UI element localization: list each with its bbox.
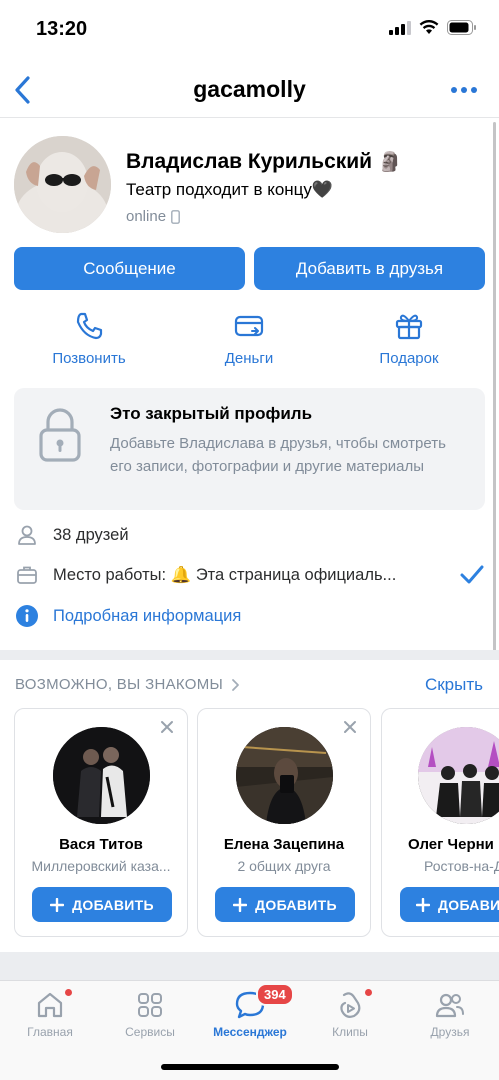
details-link[interactable]: Подробная информация — [53, 607, 241, 626]
work-text: Место работы: 🔔 Эта страница официаль... — [53, 565, 397, 584]
add-label: ДОБАВИТЬ — [438, 896, 499, 913]
work-row[interactable]: Место работы: 🔔 Эта страница официаль... — [14, 561, 485, 589]
friends-count: 38 друзей — [53, 525, 129, 544]
tab-messenger[interactable]: 394 Мессенджер — [200, 983, 300, 1039]
status-time: 13:20 — [36, 18, 88, 40]
gift-icon — [395, 314, 423, 340]
nav-bar: gacamolly — [0, 62, 499, 118]
online-label: online — [126, 208, 167, 225]
moai-emoji: 🗿 — [378, 152, 402, 173]
add-suggestion-button[interactable]: ДОБАВИТЬ — [400, 887, 499, 922]
plus-icon — [416, 897, 430, 912]
suggestion-name: Елена Зацепина — [223, 836, 345, 853]
home-icon — [37, 992, 63, 1018]
call-label: Позвонить — [52, 350, 126, 367]
notification-dot — [65, 989, 72, 996]
clips-icon — [340, 992, 361, 1018]
tab-home[interactable]: Главная — [0, 989, 100, 1039]
friends-row[interactable]: 38 друзей — [14, 521, 485, 549]
briefcase-icon — [17, 566, 37, 584]
suggestion-avatar[interactable] — [418, 727, 499, 824]
money-label: Деньги — [224, 350, 274, 367]
gift-label: Подарок — [379, 350, 439, 367]
plus-icon — [50, 897, 65, 912]
suggestions-section: ВОЗМОЖНО, ВЫ ЗНАКОМЫ Скрыть Вася Титов М… — [0, 660, 499, 952]
verified-check-icon — [460, 565, 484, 584]
profile-status: Театр подходит в концу🖤 — [126, 180, 334, 199]
status-bar: 13:20 — [0, 0, 499, 62]
profile-name-row: Владислав Курильский 🗿 — [126, 150, 402, 174]
friends-icon — [435, 993, 464, 1018]
online-status: online — [126, 208, 180, 225]
suggestion-name: Олег Черни — [408, 836, 494, 853]
add-suggestion-button[interactable]: ДОБАВИТЬ — [32, 887, 172, 922]
hide-suggestions-button[interactable]: Скрыть — [425, 675, 483, 695]
message-button[interactable]: Сообщение — [14, 247, 245, 290]
suggestion-name: Вася Титов — [59, 836, 143, 853]
gift-action[interactable]: Подарок — [349, 310, 469, 367]
suggestion-card[interactable]: Олег Черни Ростов-на-Д ДОБАВИТЬ — [381, 708, 499, 937]
info-icon — [16, 605, 38, 627]
suggestion-photo — [418, 727, 499, 824]
plus-icon — [233, 897, 248, 912]
suggestion-subtitle: 2 общих друга — [237, 858, 331, 874]
details-row[interactable]: Подробная информация — [14, 602, 485, 630]
tab-label: Мессенджер — [213, 1025, 287, 1039]
profile-name: Владислав Курильский — [126, 150, 373, 173]
tab-clips[interactable]: Клипы — [300, 989, 400, 1039]
private-profile-notice: Это закрытый профиль Добавьте Владислава… — [14, 388, 485, 510]
system-icons — [389, 20, 477, 35]
add-friend-button[interactable]: Добавить в друзья — [254, 247, 485, 290]
suggestion-photo — [53, 727, 150, 824]
nav-title: gacamolly — [193, 76, 306, 102]
profile-avatar[interactable] — [14, 136, 111, 233]
add-label: ДОБАВИТЬ — [255, 896, 337, 913]
suggestion-avatar[interactable] — [53, 727, 150, 824]
more-icon[interactable] — [449, 78, 479, 102]
suggestion-card[interactable]: Елена Зацепина 2 общих друга ДОБАВИТЬ — [197, 708, 371, 937]
mobile-icon — [171, 209, 180, 224]
notification-dot — [365, 989, 372, 996]
lock-icon — [39, 408, 81, 462]
tab-services[interactable]: Сервисы — [100, 989, 200, 1039]
section-divider — [0, 650, 499, 660]
tab-friends[interactable]: Друзья — [400, 989, 499, 1039]
signal-icon — [389, 20, 411, 35]
suggestion-subtitle: Миллеровский каза... — [31, 858, 171, 874]
tab-label: Главная — [27, 1025, 73, 1039]
money-icon — [234, 315, 264, 337]
user-icon — [18, 525, 36, 545]
messenger-badge: 394 — [256, 983, 294, 1006]
phone-icon — [76, 312, 103, 340]
private-title: Это закрытый профиль — [110, 404, 313, 423]
chevron-right-icon — [232, 678, 240, 691]
avatar-image — [14, 136, 111, 233]
private-description: Добавьте Владислава в друзья, чтобы смот… — [110, 435, 446, 475]
home-indicator[interactable] — [161, 1064, 339, 1070]
suggestion-photo — [236, 727, 333, 824]
suggestion-avatar[interactable] — [236, 727, 333, 824]
money-action[interactable]: Деньги — [189, 310, 309, 367]
call-action[interactable]: Позвонить — [29, 310, 149, 367]
add-label: ДОБАВИТЬ — [72, 896, 154, 913]
close-icon[interactable] — [159, 719, 175, 735]
wifi-icon — [419, 20, 439, 34]
battery-icon — [447, 20, 476, 35]
suggestions-title: ВОЗМОЖНО, ВЫ ЗНАКОМЫ — [15, 676, 224, 693]
suggestions-header[interactable]: ВОЗМОЖНО, ВЫ ЗНАКОМЫ — [15, 676, 240, 693]
suggestion-card[interactable]: Вася Титов Миллеровский каза... ДОБАВИТЬ — [14, 708, 188, 937]
suggestion-subtitle: Ростов-на-Д — [424, 858, 499, 874]
tab-label: Клипы — [332, 1025, 368, 1039]
tab-label: Друзья — [430, 1025, 470, 1039]
services-icon — [138, 993, 162, 1017]
bottom-spacer — [0, 952, 499, 980]
close-icon[interactable] — [342, 719, 358, 735]
tab-label: Сервисы — [125, 1025, 175, 1039]
add-suggestion-button[interactable]: ДОБАВИТЬ — [215, 887, 355, 922]
